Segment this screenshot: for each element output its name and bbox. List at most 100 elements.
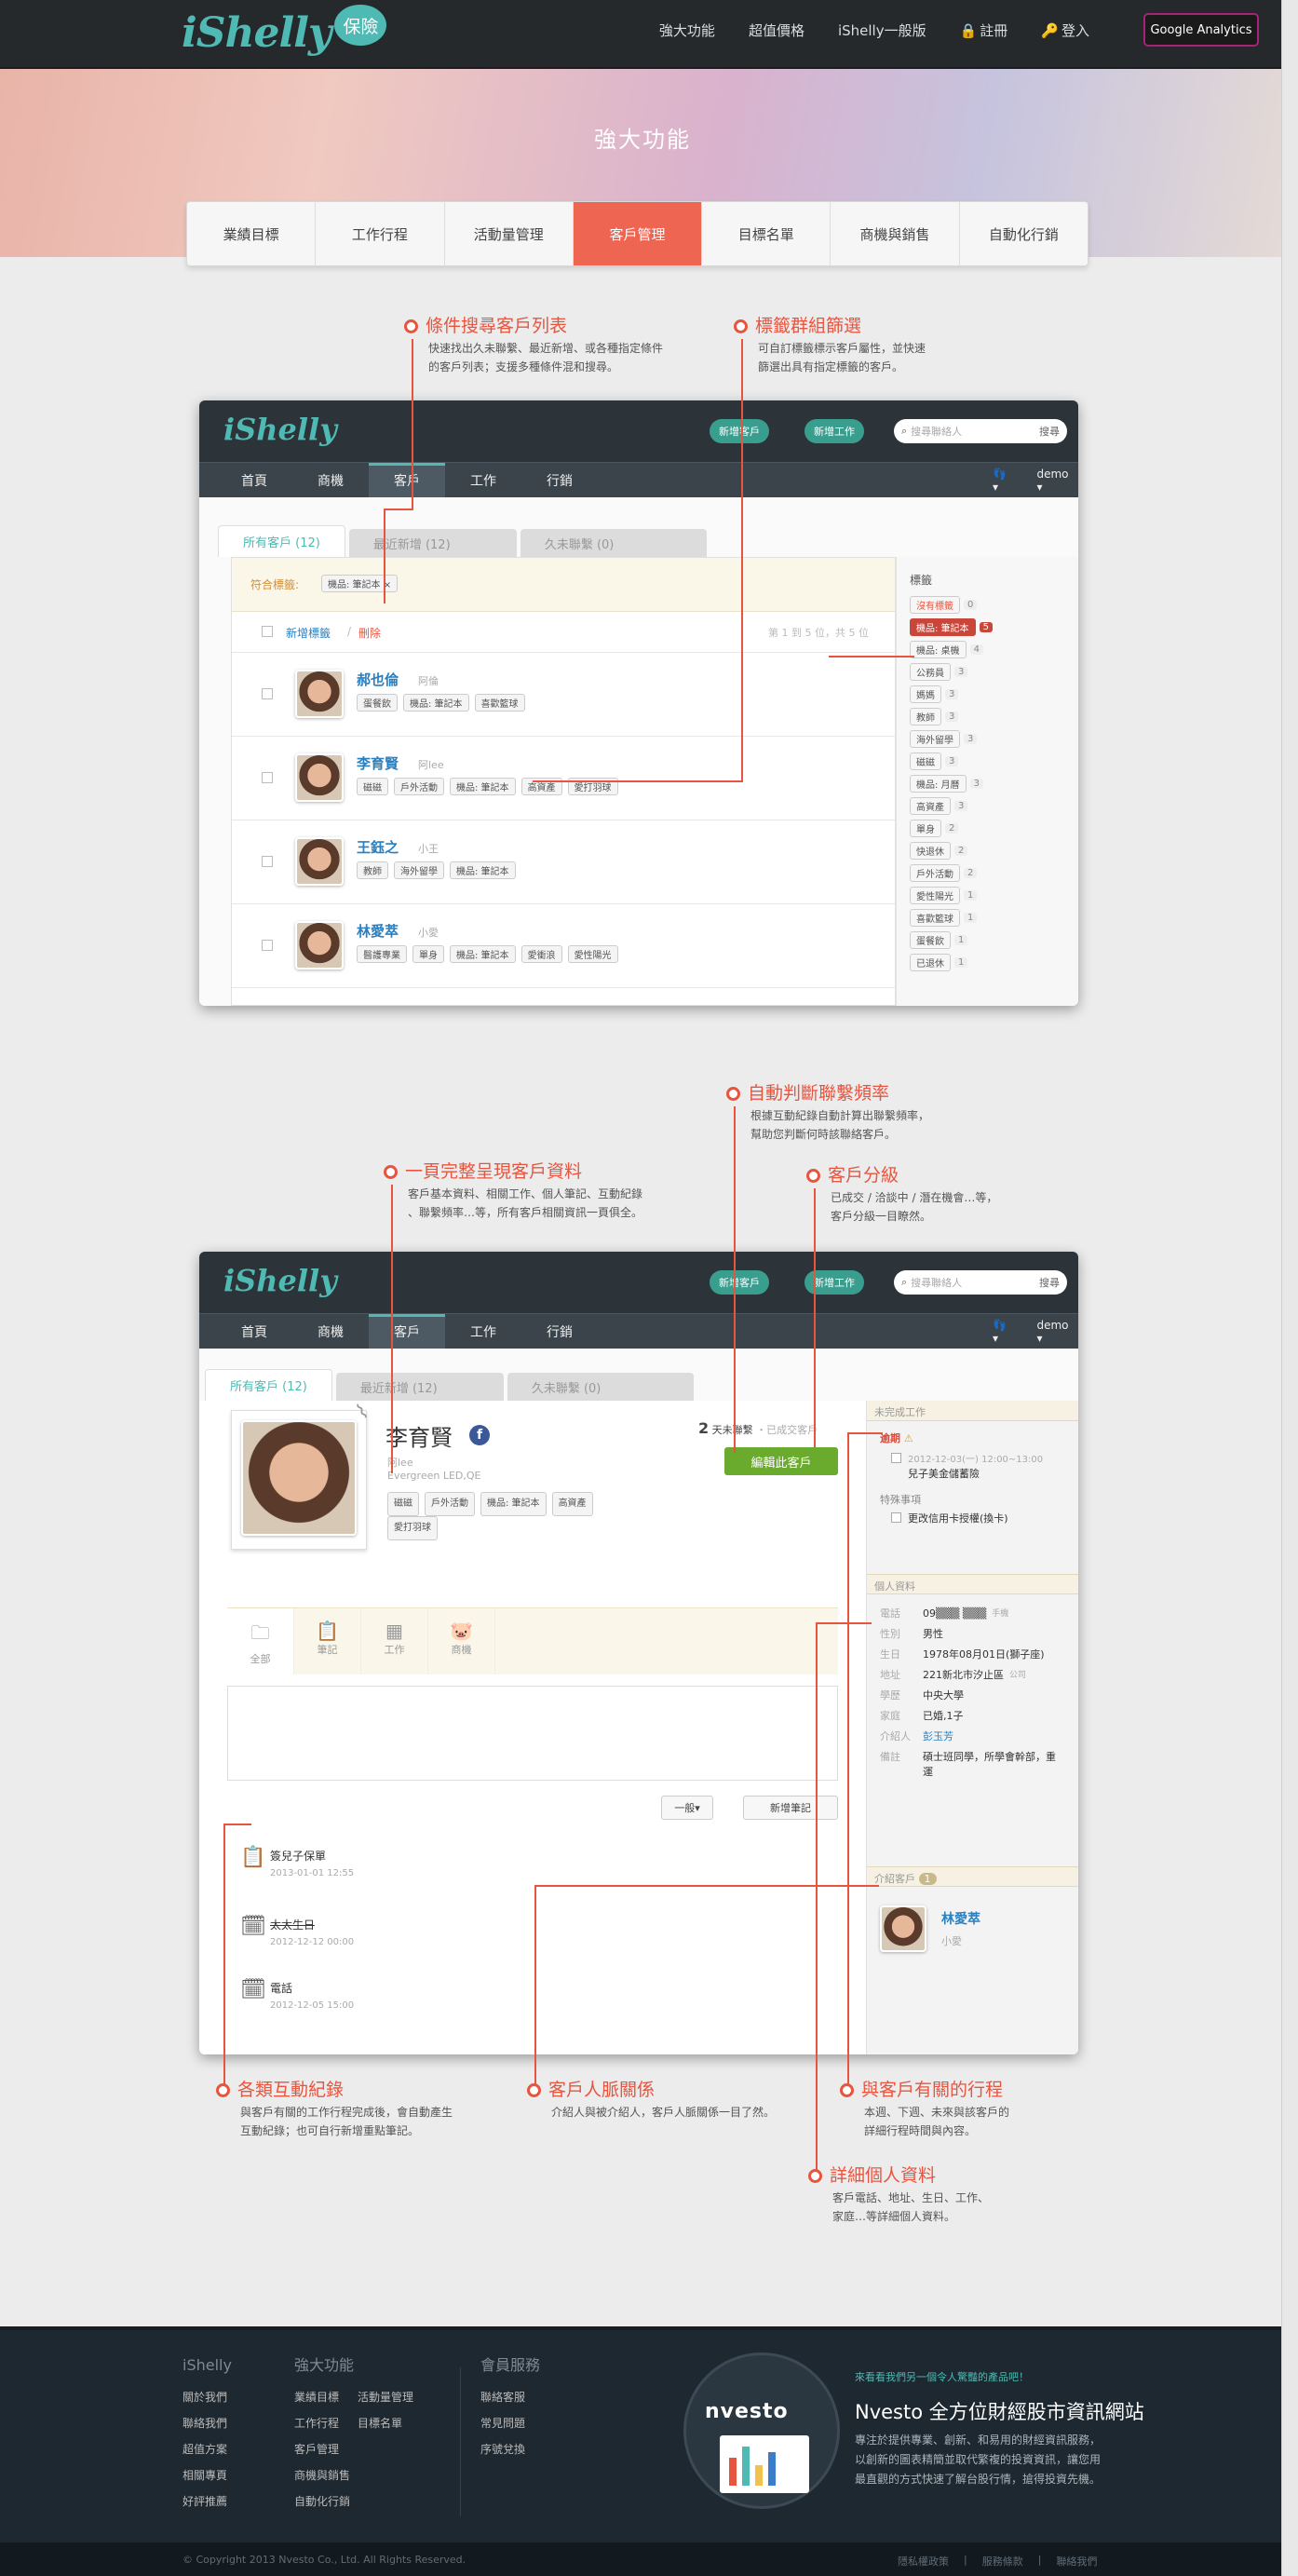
footprint-icon[interactable]: 👣 ▾ [993, 468, 1010, 494]
tag[interactable]: 戶外活動 [425, 1492, 475, 1516]
footer-link[interactable]: 客戶管理 [294, 2436, 358, 2462]
footer-link[interactable]: 超值方案 [183, 2436, 276, 2462]
customer-name[interactable]: 郝也倫 [357, 670, 399, 689]
nav-general[interactable]: iShelly一般版 [838, 20, 926, 40]
subtab-recent[interactable]: 最近新增 (12) [348, 529, 517, 557]
footer-link[interactable]: 好評推薦 [183, 2488, 276, 2515]
footer-link[interactable]: 商機與銷售 [294, 2462, 358, 2488]
nav-features[interactable]: 強大功能 [659, 20, 715, 40]
google-analytics-button[interactable]: Google Analytics [1143, 13, 1259, 47]
sidebar-tag-item[interactable]: 快退休 2 [910, 839, 1078, 861]
app-nav-customers[interactable]: 客戶 [369, 1314, 445, 1349]
tag[interactable]: 教師 [357, 861, 388, 879]
table-row[interactable]: 李育賢 阿lee 磁磁 戶外活動 機品: 筆記本 高資產 愛打羽球 [232, 737, 895, 820]
search-submit[interactable]: 搜尋 [1039, 1275, 1060, 1290]
footer-link[interactable]: 業績目標 [294, 2384, 358, 2410]
row-checkbox[interactable] [262, 856, 273, 867]
subtab-all[interactable]: 所有客戶 (12) [205, 1369, 332, 1401]
footer-link[interactable]: 相關專頁 [183, 2462, 276, 2488]
privacy-link[interactable]: 隱私權政策 [898, 2554, 949, 2569]
sidebar-tag-item[interactable]: 單身 2 [910, 817, 1078, 839]
tab-schedule[interactable]: 工作行程 [316, 202, 445, 265]
tab-goals[interactable]: 業績目標 [187, 202, 317, 265]
select-all-checkbox[interactable] [262, 626, 273, 637]
tag[interactable]: 磁磁 [357, 778, 388, 795]
tab-automation[interactable]: 自動化行銷 [960, 202, 1088, 265]
footer-link[interactable]: 工作行程 [294, 2410, 358, 2436]
footer-link[interactable]: 常見問題 [480, 2410, 583, 2436]
tag[interactable]: 戶外活動 [394, 778, 444, 795]
tag[interactable]: 機品: 筆記本 [403, 694, 469, 712]
tag[interactable]: 高資產 [551, 1492, 593, 1516]
tag[interactable]: 蛋餐飲 [357, 694, 398, 712]
sidebar-tag-item[interactable]: 磁磁 3 [910, 750, 1078, 772]
sidebar-tag-item[interactable]: 已退休 1 [910, 951, 1078, 973]
nav-pricing[interactable]: 超值價格 [749, 20, 804, 40]
contact-link[interactable]: 聯絡我們 [1056, 2554, 1097, 2569]
tab-notes[interactable]: 📋 筆記 [294, 1608, 361, 1674]
footprint-icon[interactable]: 👣 ▾ [993, 1319, 1010, 1345]
row-checkbox[interactable] [262, 772, 273, 783]
sidebar-tag-item[interactable]: 蛋餐飲 1 [910, 929, 1078, 951]
subtab-inactive[interactable]: 久未聯繫 (0) [520, 529, 707, 557]
app-nav-home[interactable]: 首頁 [216, 463, 292, 497]
subtab-inactive[interactable]: 久未聯繫 (0) [507, 1373, 694, 1401]
nav-register[interactable]: 🔒 註冊 [960, 20, 1008, 40]
nvesto-promo-image[interactable]: nvesto [683, 2352, 840, 2509]
tag[interactable]: 單身 [412, 945, 444, 963]
sidebar-tag-item[interactable]: 戶外活動 2 [910, 861, 1078, 884]
user-menu[interactable]: demo ▾ [1036, 1319, 1069, 1345]
task-checkbox[interactable] [891, 1453, 901, 1463]
tag[interactable]: 喜歡籃球 [474, 694, 525, 712]
new-task-button[interactable]: 新增工作 [804, 419, 864, 443]
terms-link[interactable]: 服務條款 [982, 2554, 1023, 2569]
footer-link[interactable]: 關於我們 [183, 2384, 276, 2410]
app-nav-customers[interactable]: 客戶 [369, 463, 445, 497]
footer-link[interactable]: 活動量管理 [358, 2384, 451, 2410]
add-tag-link[interactable]: 新增標籤 [286, 625, 331, 641]
table-row[interactable]: 林愛萃 小愛 醫護專業 單身 機品: 筆記本 愛衝浪 愛性陽光 [232, 904, 895, 988]
subtab-all[interactable]: 所有客戶 (12) [218, 525, 345, 557]
task-checkbox[interactable] [891, 1512, 901, 1523]
tag[interactable]: 機品: 筆記本 [450, 778, 516, 795]
nvesto-title[interactable]: Nvesto 全方位財經股市資訊網站 [855, 2397, 1144, 2425]
tag[interactable]: 磁磁 [387, 1492, 419, 1516]
edit-customer-button[interactable]: 編輯此客戶 [724, 1447, 838, 1475]
footer-link[interactable]: 序號兌換 [480, 2436, 583, 2462]
customer-name[interactable]: 王鈺之 [357, 837, 399, 857]
referral-name[interactable]: 林愛萃 [941, 1909, 980, 1928]
note-type-select[interactable]: 一般 ▾ [661, 1796, 713, 1820]
app-nav-marketing[interactable]: 行銷 [521, 1314, 598, 1349]
app-nav-marketing[interactable]: 行銷 [521, 463, 598, 497]
customer-name[interactable]: 李育賢 [357, 753, 399, 773]
tab-customers[interactable]: 客戶管理 [573, 202, 703, 265]
tag[interactable]: 機品: 筆記本 [450, 945, 516, 963]
sidebar-tag-item[interactable]: 機品: 桌機 4 [910, 638, 1078, 660]
tab-sales[interactable]: 商機與銷售 [831, 202, 960, 265]
sidebar-tag-item[interactable]: 喜歡籃球 1 [910, 906, 1078, 929]
row-checkbox[interactable] [262, 688, 273, 699]
contact-search[interactable]: ⌕ 搜尋聯絡人 搜尋 [894, 419, 1067, 443]
customer-name[interactable]: 林愛萃 [357, 921, 399, 941]
subtab-recent[interactable]: 最近新增 (12) [335, 1373, 504, 1401]
app-nav-tasks[interactable]: 工作 [445, 1314, 521, 1349]
facebook-icon[interactable]: f [469, 1425, 490, 1445]
tag[interactable]: 醫護專業 [357, 945, 407, 963]
footer-link[interactable]: 聯絡客服 [480, 2384, 583, 2410]
sidebar-tag-item[interactable]: 機品: 筆記本 5 [910, 616, 1078, 638]
tag[interactable]: 愛性陽光 [567, 945, 618, 963]
sidebar-tag-item[interactable]: 機品: 月曆 3 [910, 772, 1078, 794]
contact-search[interactable]: ⌕ 搜尋聯絡人 搜尋 [894, 1270, 1067, 1295]
tag[interactable]: 機品: 筆記本 [480, 1492, 547, 1516]
sidebar-tag-item[interactable]: 高資產 3 [910, 794, 1078, 817]
tag[interactable]: 機品: 筆記本 [450, 861, 516, 879]
sidebar-tag-item[interactable]: 教師 3 [910, 705, 1078, 727]
active-filter-tag[interactable]: 機品: 筆記本 × [321, 575, 399, 592]
page-scrollbar[interactable] [1281, 0, 1298, 2576]
tab-tasks[interactable]: ▦ 工作 [361, 1608, 428, 1674]
tab-deals[interactable]: 🐷 商機 [428, 1608, 495, 1674]
delete-link[interactable]: 刪除 [358, 625, 381, 641]
app-nav-deals[interactable]: 商機 [292, 1314, 369, 1349]
note-textarea[interactable] [227, 1686, 838, 1781]
sidebar-tag-item[interactable]: 海外留學 3 [910, 727, 1078, 750]
